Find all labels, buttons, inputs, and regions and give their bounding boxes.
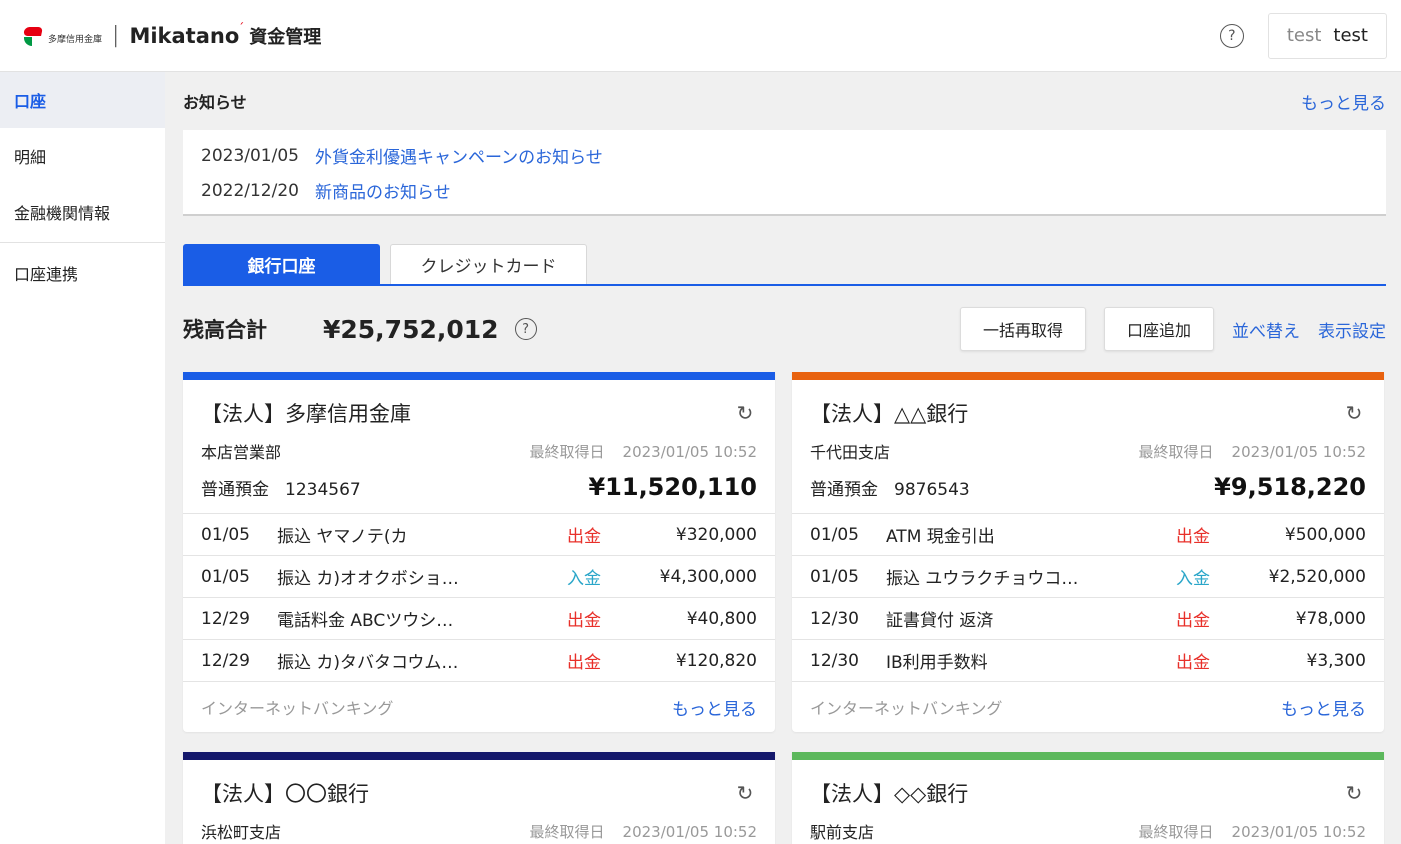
account-tabs: 銀行口座 クレジットカード xyxy=(183,244,1386,286)
app-header: 多摩信用金庫 | Mikatano ˊ 資金管理 ? test test xyxy=(0,0,1401,72)
add-account-button[interactable]: 口座追加 xyxy=(1103,307,1214,351)
tab-bank-accounts[interactable]: 銀行口座 xyxy=(183,244,380,284)
card-title: 【法人】△△銀行 xyxy=(810,402,969,426)
notice-list: 2023/01/05 外貨金利優遇キャンペーンのお知らせ 2022/12/20 … xyxy=(183,130,1386,216)
branch-name: 本店営業部 xyxy=(201,443,282,462)
account-cards: 【法人】多摩信用金庫 ↻ 本店営業部 最終取得日 2023/01/05 10:52… xyxy=(183,372,1386,844)
refetch-all-button[interactable]: 一括再取得 xyxy=(959,307,1086,351)
branch-name: 千代田支店 xyxy=(810,443,891,462)
notice-link[interactable]: 新商品のお知らせ xyxy=(315,178,451,203)
sidebar-item-account-link[interactable]: 口座連携 xyxy=(0,245,165,301)
logo-separator: | xyxy=(112,23,120,48)
account-card: 【法人】△△銀行 ↻ 千代田支店 最終取得日 2023/01/05 10:52 普… xyxy=(792,372,1384,732)
table-row: 12/30 IB利用手数料 出金 ¥3,300 xyxy=(792,640,1384,682)
card-title: 【法人】◇◇銀行 xyxy=(810,782,969,806)
bank-logo-icon xyxy=(22,25,44,47)
card-more-link[interactable]: もっと見る xyxy=(672,695,757,720)
table-row: 12/30 証書貸付 返済 出金 ¥78,000 xyxy=(792,598,1384,640)
main-content: お知らせ もっと見る 2023/01/05 外貨金利優遇キャンペーンのお知らせ … xyxy=(165,72,1401,844)
user-menu-button[interactable]: test test xyxy=(1267,12,1387,59)
card-title: 【法人】〇〇銀行 xyxy=(201,782,369,806)
app-name: 資金管理 xyxy=(249,26,322,48)
refresh-icon[interactable]: ↻ xyxy=(733,401,757,425)
account-card: 【法人】多摩信用金庫 ↻ 本店営業部 最終取得日 2023/01/05 10:52… xyxy=(183,372,775,732)
branch-name: 浜松町支店 xyxy=(201,823,282,842)
account-card: 【法人】◇◇銀行 ↻ 駅前支店 最終取得日 2023/01/05 10:52 xyxy=(792,752,1384,844)
user-last-name: test xyxy=(1333,25,1368,46)
notice-more-link[interactable]: もっと見る xyxy=(1301,89,1386,114)
sidebar: 口座 明細 金融機関情報 口座連携 xyxy=(0,72,165,844)
notice-date: 2022/12/20 xyxy=(201,180,299,201)
sidebar-divider xyxy=(0,242,165,243)
account-info: 普通預金 9876543 xyxy=(810,479,970,500)
balance-bar: 残高合計 ¥25,752,012 ? 一括再取得 口座追加 並べ替え 表示設定 xyxy=(183,286,1386,372)
last-updated: 最終取得日 2023/01/05 10:52 xyxy=(1138,822,1366,841)
table-row: 12/29 電話料金 ABCツウシ… 出金 ¥40,800 xyxy=(183,598,775,640)
total-balance-label: 残高合計 xyxy=(183,318,267,342)
brand-accent: ˊ xyxy=(238,20,245,35)
bank-name: 多摩信用金庫 xyxy=(48,35,103,45)
display-settings-link[interactable]: 表示設定 xyxy=(1318,317,1386,342)
transaction-list: 01/05 ATM 現金引出 出金 ¥500,000 01/05 振込 ユウラクチョウコ… xyxy=(792,513,1384,682)
card-color-bar xyxy=(792,752,1384,760)
table-row: 01/05 ATM 現金引出 出金 ¥500,000 xyxy=(792,514,1384,556)
notice-title: お知らせ xyxy=(183,93,247,112)
account-balance: ¥9,518,220 xyxy=(1214,473,1366,501)
account-card: 【法人】〇〇銀行 ↻ 浜松町支店 最終取得日 2023/01/05 10:52 xyxy=(183,752,775,844)
refresh-icon[interactable]: ↻ xyxy=(1342,781,1366,805)
sidebar-item-institutions[interactable]: 金融機関情報 xyxy=(0,184,165,240)
account-balance: ¥11,520,110 xyxy=(588,473,757,501)
account-info: 普通預金 1234567 xyxy=(201,479,361,500)
last-updated: 最終取得日 2023/01/05 10:52 xyxy=(529,442,757,461)
card-color-bar xyxy=(792,372,1384,380)
help-icon[interactable]: ? xyxy=(514,318,537,340)
help-icon[interactable]: ? xyxy=(1219,23,1244,48)
table-row: 01/05 振込 ヤマノテ(カ 出金 ¥320,000 xyxy=(183,514,775,556)
card-color-bar xyxy=(183,372,775,380)
table-row: 01/05 振込 ユウラクチョウコ… 入金 ¥2,520,000 xyxy=(792,556,1384,598)
card-title: 【法人】多摩信用金庫 xyxy=(201,402,411,426)
sidebar-item-accounts[interactable]: 口座 xyxy=(0,72,165,128)
data-source: インターネットバンキング xyxy=(201,699,394,718)
transaction-list: 01/05 振込 ヤマノテ(カ 出金 ¥320,000 01/05 振込 カ)オオクボシ… xyxy=(183,513,775,682)
notice-link[interactable]: 外貨金利優遇キャンペーンのお知らせ xyxy=(315,143,603,168)
refresh-icon[interactable]: ↻ xyxy=(733,781,757,805)
branch-name: 駅前支店 xyxy=(810,823,875,842)
table-row: 12/29 振込 カ)タバタコウム… 出金 ¥120,820 xyxy=(183,640,775,682)
tab-credit-cards[interactable]: クレジットカード xyxy=(390,244,587,284)
notice-header: お知らせ もっと見る xyxy=(183,72,1386,130)
user-first-name: test xyxy=(1286,25,1322,46)
data-source: インターネットバンキング xyxy=(810,699,1003,718)
notice-item: 2023/01/05 外貨金利優遇キャンペーンのお知らせ xyxy=(201,138,1368,173)
notice-item: 2022/12/20 新商品のお知らせ xyxy=(201,173,1368,208)
brand-name: Mikatano xyxy=(129,23,240,48)
sort-link[interactable]: 並べ替え xyxy=(1232,317,1300,342)
refresh-icon[interactable]: ↻ xyxy=(1342,401,1366,425)
card-more-link[interactable]: もっと見る xyxy=(1281,695,1366,720)
table-row: 01/05 振込 カ)オオクボショ… 入金 ¥4,300,000 xyxy=(183,556,775,598)
card-color-bar xyxy=(183,752,775,760)
last-updated: 最終取得日 2023/01/05 10:52 xyxy=(1138,442,1366,461)
sidebar-item-statements[interactable]: 明細 xyxy=(0,128,165,184)
notice-date: 2023/01/05 xyxy=(201,145,299,166)
total-balance-value: ¥25,752,012 xyxy=(323,314,499,344)
last-updated: 最終取得日 2023/01/05 10:52 xyxy=(529,822,757,841)
